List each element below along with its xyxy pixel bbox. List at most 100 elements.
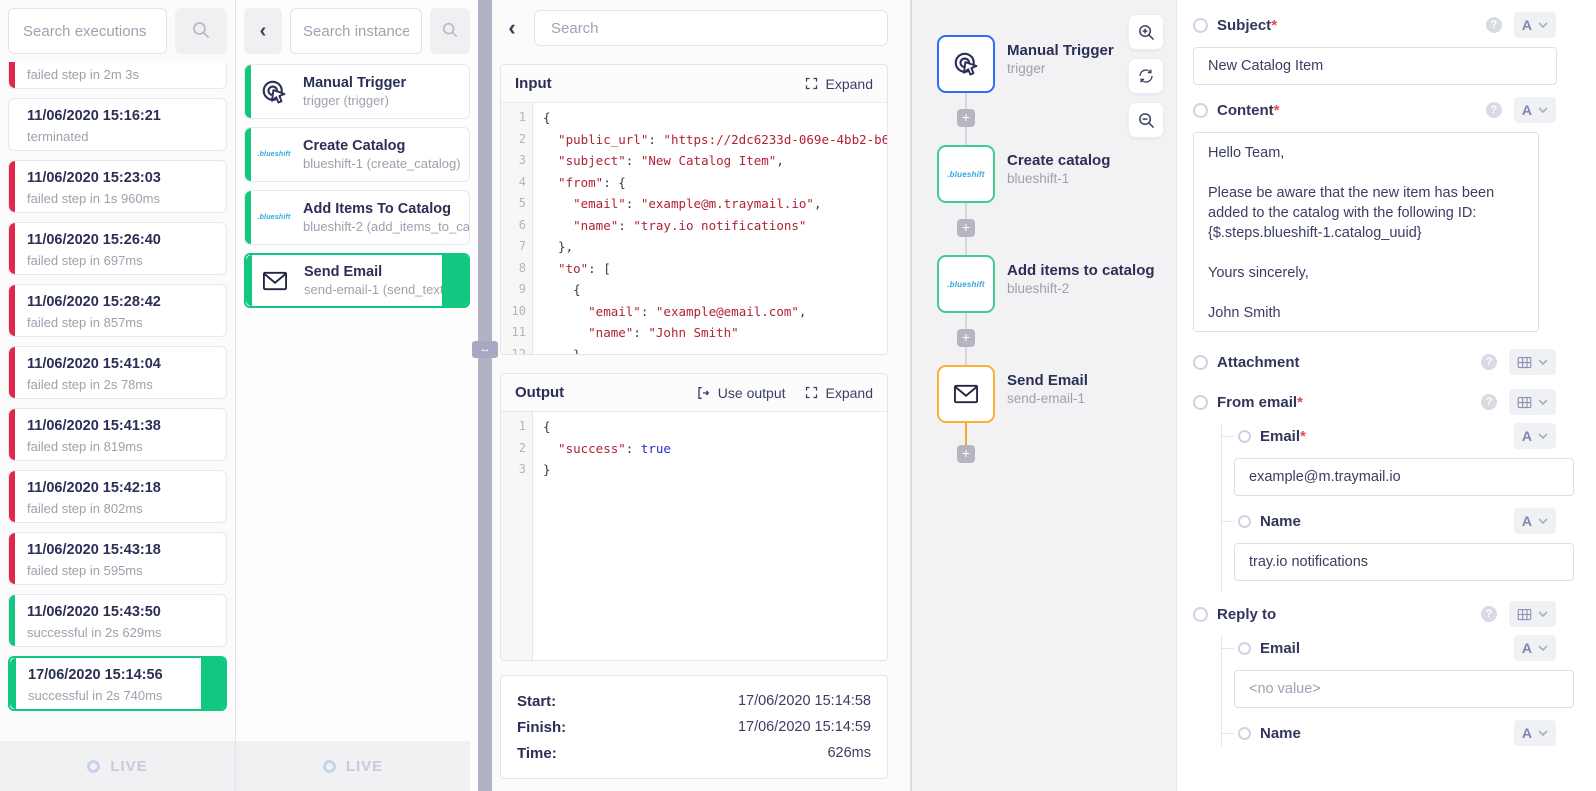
back-button[interactable]: ‹: [500, 15, 524, 41]
connector-circle-icon[interactable]: [1238, 430, 1251, 443]
execution-timestamp: 11/06/2020 15:16:21: [27, 107, 214, 126]
add-step-button[interactable]: +: [957, 109, 975, 127]
from-email-label: From email: [1217, 394, 1297, 411]
step-card[interactable]: .blueshift Create Catalog blueshift-1 (c…: [244, 127, 470, 182]
connector-circle-icon[interactable]: [1193, 355, 1208, 370]
help-icon[interactable]: ?: [1486, 102, 1502, 118]
connector-circle-icon[interactable]: [1193, 607, 1208, 622]
connector-circle-icon[interactable]: [1193, 18, 1208, 33]
expand-input-button[interactable]: Expand: [804, 76, 873, 92]
name-type-selector[interactable]: A: [1514, 508, 1556, 534]
stat-row: Finish: 17/06/2020 15:14:59: [517, 714, 871, 740]
step-icon: [245, 77, 303, 107]
execution-card[interactable]: 11/06/2020 15:26:40 failed step in 697ms: [8, 222, 227, 275]
splitter-drag-handle[interactable]: ↔: [472, 341, 498, 358]
content-type-selector[interactable]: A: [1514, 97, 1556, 123]
help-icon[interactable]: ?: [1481, 606, 1497, 622]
execution-card[interactable]: 11/06/2020 15:23:03 failed step in 1s 96…: [8, 160, 227, 213]
line-content: {: [533, 416, 551, 438]
search-executions-input[interactable]: [8, 8, 167, 54]
attachment-type-selector[interactable]: [1509, 349, 1556, 375]
execution-card[interactable]: failed step in 2m 3s: [8, 62, 227, 89]
from-email-field-row: From email* ?: [1193, 389, 1556, 415]
execution-timestamp: 11/06/2020 15:26:40: [27, 231, 214, 250]
step-title: Create Catalog: [303, 138, 439, 154]
execution-detail-panel: ‹ Input Expand 1{ 2 "public_ur: [492, 0, 910, 791]
execution-card[interactable]: 11/06/2020 15:41:38 failed step in 819ms: [8, 408, 227, 461]
code-line: 1{: [501, 107, 887, 129]
reply-to-email-input[interactable]: [1234, 670, 1574, 708]
from-email-name-input[interactable]: [1234, 543, 1574, 581]
line-content: "name": "John Smith": [533, 322, 739, 344]
stat-label: Start:: [517, 693, 556, 710]
connector-circle-icon[interactable]: [1238, 515, 1251, 528]
line-number: 1: [501, 107, 533, 129]
chevron-down-icon: [1538, 22, 1548, 28]
step-card[interactable]: Send Email send-email-1 (send_text_…: [244, 253, 470, 308]
subject-input[interactable]: [1193, 47, 1557, 85]
add-step-button[interactable]: +: [957, 329, 975, 347]
execution-card[interactable]: 11/06/2020 15:43:50 successful in 2s 629…: [8, 594, 227, 647]
workflow-node[interactable]: .blueshift: [937, 145, 995, 203]
input-card: Input Expand 1{ 2 "public_url": "https:/…: [500, 64, 888, 355]
connector-circle-icon[interactable]: [1193, 103, 1208, 118]
add-step-button[interactable]: +: [957, 445, 975, 463]
help-icon[interactable]: ?: [1481, 354, 1497, 370]
reply-to-type-selector[interactable]: [1509, 601, 1556, 627]
line-number: 7: [501, 236, 533, 258]
blueshift-logo: .blueshift: [257, 151, 290, 158]
help-icon[interactable]: ?: [1486, 17, 1502, 33]
zoom-out-button[interactable]: [1128, 102, 1164, 138]
stat-row: Time: 626ms: [517, 740, 871, 766]
use-output-button[interactable]: Use output: [695, 385, 786, 401]
workflow-node[interactable]: [937, 365, 995, 423]
step-subtitle: blueshift-1 (create_catalog): [303, 156, 439, 171]
search-instance-button[interactable]: [430, 8, 470, 54]
input-json-code[interactable]: 1{ 2 "public_url": "https://2dc6233d-069…: [501, 103, 887, 354]
execution-card[interactable]: 11/06/2020 15:42:18 failed step in 802ms: [8, 470, 227, 523]
output-json-code[interactable]: 1{ 2 "success": true 3}: [501, 412, 887, 481]
workflow-node[interactable]: .blueshift: [937, 255, 995, 313]
step-card[interactable]: .blueshift Add Items To Catalog blueshif…: [244, 190, 470, 245]
chevron-down-icon: [1538, 433, 1548, 439]
line-number: 9: [501, 279, 533, 301]
search-executions-button[interactable]: [175, 8, 227, 54]
workflow-canvas[interactable]: Manual Trigger trigger + .blueshift Crea…: [910, 0, 1176, 791]
panel-splitter[interactable]: ↔: [478, 0, 492, 791]
expand-output-button[interactable]: Expand: [804, 385, 873, 401]
execution-card[interactable]: 11/06/2020 15:16:21 terminated: [8, 98, 227, 151]
collapse-panel-button[interactable]: ‹: [244, 8, 282, 54]
subject-type-selector[interactable]: A: [1514, 12, 1556, 38]
step-title: Add Items To Catalog: [303, 201, 439, 217]
search-instance-input[interactable]: [290, 8, 422, 54]
email-icon: [261, 269, 289, 293]
add-step-button[interactable]: +: [957, 219, 975, 237]
text-type-icon: A: [1522, 513, 1532, 529]
from-email-email-input[interactable]: [1234, 458, 1574, 496]
text-type-icon: A: [1522, 428, 1532, 444]
blueshift-logo: .blueshift: [257, 214, 290, 221]
stat-value: 17/06/2020 15:14:58: [738, 693, 871, 709]
connector-circle-icon[interactable]: [1238, 642, 1251, 655]
execution-card[interactable]: 11/06/2020 15:41:04 failed step in 2s 78…: [8, 346, 227, 399]
executions-live-toggle[interactable]: LIVE: [0, 741, 235, 791]
subject-field-row: Subject* ? A: [1193, 12, 1556, 38]
name-type-selector[interactable]: A: [1514, 720, 1556, 746]
workflow-node[interactable]: [937, 35, 995, 93]
from-email-type-selector[interactable]: [1509, 389, 1556, 415]
steps-live-toggle[interactable]: LIVE: [236, 741, 470, 791]
execution-card[interactable]: 17/06/2020 15:14:56 successful in 2s 740…: [8, 656, 227, 711]
execution-card[interactable]: 11/06/2020 15:28:42 failed step in 857ms: [8, 284, 227, 337]
code-line: 5 "email": "example@m.traymail.io",: [501, 193, 887, 215]
email-type-selector[interactable]: A: [1514, 423, 1556, 449]
connector-circle-icon[interactable]: [1238, 727, 1251, 740]
execution-card[interactable]: 11/06/2020 15:43:18 failed step in 595ms: [8, 532, 227, 585]
step-card[interactable]: Manual Trigger trigger (trigger): [244, 64, 470, 119]
help-icon[interactable]: ?: [1481, 394, 1497, 410]
use-output-icon: [695, 385, 711, 401]
search-detail-input[interactable]: [534, 10, 888, 46]
connector-circle-icon[interactable]: [1193, 395, 1208, 410]
content-textarea[interactable]: Hello Team, Please be aware that the new…: [1193, 132, 1539, 332]
email-type-selector[interactable]: A: [1514, 635, 1556, 661]
line-content: "subject": "New Catalog Item",: [533, 150, 784, 172]
